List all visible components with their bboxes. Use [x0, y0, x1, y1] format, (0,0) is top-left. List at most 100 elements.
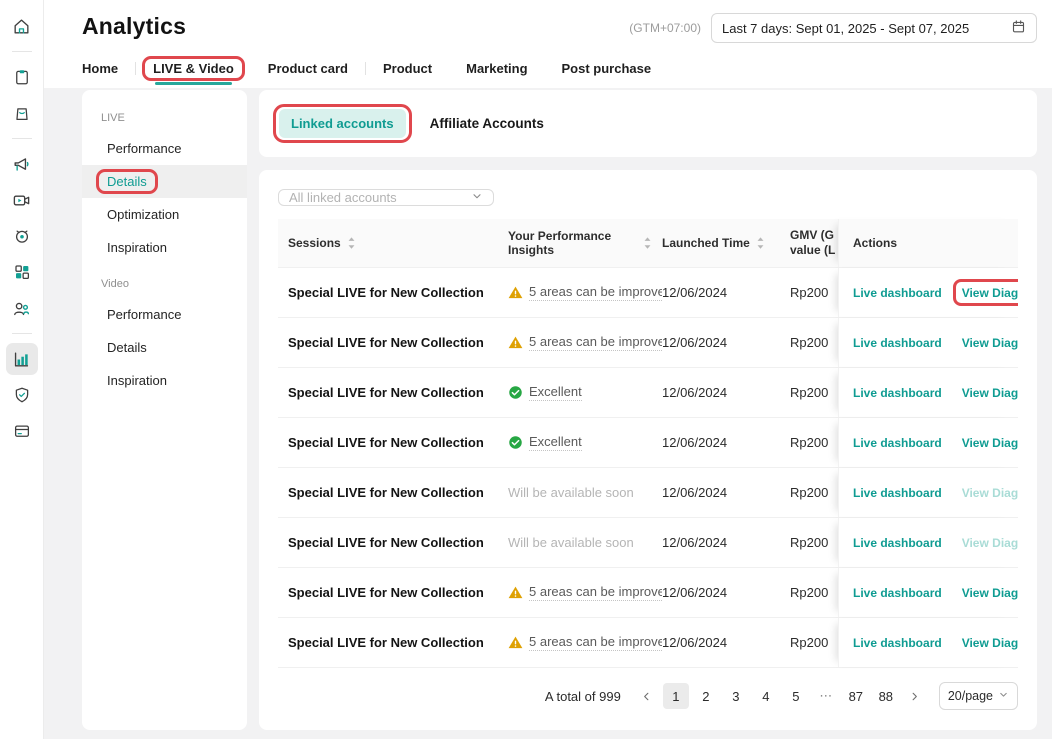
- insight-text[interactable]: Excellent: [529, 434, 582, 451]
- sort-icon[interactable]: [756, 236, 765, 250]
- page-button-87[interactable]: 87: [843, 683, 869, 709]
- rail-divider: [12, 333, 32, 334]
- view-diagnosis-link[interactable]: View Diagnossis: [962, 386, 1018, 400]
- analytics-icon[interactable]: [6, 343, 38, 375]
- apps-icon[interactable]: [6, 256, 38, 288]
- page-button-3[interactable]: 3: [723, 683, 749, 709]
- products-icon[interactable]: [6, 97, 38, 129]
- view-diagnosis-link: View Diagnossis: [962, 486, 1018, 500]
- sidebar-item-inspiration[interactable]: Inspiration: [82, 231, 247, 264]
- insight-status: 5 areas can be improved: [508, 284, 652, 301]
- nav-tab-product-card[interactable]: Product card: [268, 53, 348, 83]
- table-row: Special LIVE for New Collection5 areas c…: [278, 317, 1018, 367]
- launched-time-cell: 12/06/2024: [662, 635, 790, 650]
- insight-cell: Excellent: [508, 384, 662, 401]
- tab-linked-accounts[interactable]: Linked accounts: [279, 109, 406, 138]
- page-size-select[interactable]: 20/page: [939, 682, 1018, 710]
- affiliate-icon[interactable]: [6, 292, 38, 324]
- live-icon[interactable]: [6, 220, 38, 252]
- sort-icon[interactable]: [347, 236, 356, 250]
- page-button-2[interactable]: 2: [693, 683, 719, 709]
- date-range-picker[interactable]: Last 7 days: Sept 01, 2025 - Sept 07, 20…: [711, 13, 1037, 43]
- actions-cell: Live dashboard View Diagnossis: [838, 418, 1018, 467]
- table-header-row: SessionsYour Performance Insights Launche…: [278, 219, 1018, 267]
- sessions-table-card: All linked accounts SessionsYour Perform…: [259, 170, 1037, 730]
- insight-status: 5 areas can be improved: [508, 334, 652, 351]
- sidebar-item-label: Inspiration: [107, 373, 167, 388]
- column-header-launched-time[interactable]: Launched Time: [662, 219, 790, 267]
- next-page-button[interactable]: [903, 683, 927, 709]
- launched-time-cell: 12/06/2024: [662, 535, 790, 550]
- live-dashboard-link[interactable]: Live dashboard: [853, 286, 942, 300]
- page-button-5[interactable]: 5: [783, 683, 809, 709]
- marketing-icon[interactable]: [6, 148, 38, 180]
- live-dashboard-link[interactable]: Live dashboard: [853, 636, 942, 650]
- nav-tab-label: LIVE & Video: [153, 61, 234, 76]
- analytics-top-nav: Home LIVE & Video Product card Product Marke…: [82, 53, 685, 83]
- launched-time-cell: 12/06/2024: [662, 585, 790, 600]
- insight-text[interactable]: 5 areas can be improved: [529, 634, 662, 651]
- total-count-label: A total of 999: [545, 689, 621, 704]
- home-icon[interactable]: [6, 10, 38, 42]
- live-dashboard-link[interactable]: Live dashboard: [853, 386, 942, 400]
- video-icon[interactable]: [6, 184, 38, 216]
- sidebar-item-details[interactable]: Details: [82, 165, 247, 198]
- insight-status: 5 areas can be improved: [508, 634, 652, 651]
- insight-cell: Will be available soon: [508, 535, 662, 551]
- nav-tab-label: Product: [383, 61, 432, 76]
- insight-text[interactable]: 5 areas can be improved: [529, 334, 662, 351]
- nav-tab-live-video[interactable]: LIVE & Video: [153, 53, 234, 83]
- page-button-1[interactable]: 1: [663, 683, 689, 709]
- view-diagnosis-link[interactable]: View Diagnossis: [962, 286, 1018, 300]
- sidebar-item-details[interactable]: Details: [82, 331, 247, 364]
- column-header-actions: Actions: [838, 219, 1018, 267]
- actions-cell: Live dashboard View Diagnossis: [838, 468, 1018, 517]
- nav-tab-label: Post purchase: [562, 61, 652, 76]
- session-name-cell: Special LIVE for New Collection: [278, 585, 508, 600]
- column-header-label: Your Performance Insights: [508, 229, 637, 257]
- sidebar-item-performance[interactable]: Performance: [82, 298, 247, 331]
- page-button-4[interactable]: 4: [753, 683, 779, 709]
- view-diagnosis-link[interactable]: View Diagnossis: [962, 336, 1018, 350]
- page-button-88[interactable]: 88: [873, 683, 899, 709]
- linked-accounts-filter[interactable]: All linked accounts: [278, 189, 494, 206]
- tab-affiliate-accounts[interactable]: Affiliate Accounts: [430, 116, 544, 131]
- shield-icon[interactable]: [6, 379, 38, 411]
- nav-tab-post-purchase[interactable]: Post purchase: [562, 53, 652, 83]
- table-row: Special LIVE for New Collection5 areas c…: [278, 267, 1018, 317]
- view-diagnosis-link[interactable]: View Diagnossis: [962, 586, 1018, 600]
- nav-tab-product[interactable]: Product: [383, 53, 432, 83]
- column-header-your-performance-insights[interactable]: Your Performance Insights: [508, 219, 662, 267]
- sidebar-item-performance[interactable]: Performance: [82, 132, 247, 165]
- sort-icon[interactable]: [643, 236, 652, 250]
- live-dashboard-link[interactable]: Live dashboard: [853, 536, 942, 550]
- actions-cell: Live dashboard View Diagnossis: [838, 568, 1018, 617]
- insight-status: 5 areas can be improved: [508, 584, 652, 601]
- insight-text[interactable]: 5 areas can be improved: [529, 584, 662, 601]
- view-diagnosis-link[interactable]: View Diagnossis: [962, 636, 1018, 650]
- live-dashboard-link[interactable]: Live dashboard: [853, 586, 942, 600]
- sessions-table: SessionsYour Performance Insights Launche…: [278, 219, 1018, 668]
- orders-icon[interactable]: [6, 61, 38, 93]
- sidebar-item-inspiration[interactable]: Inspiration: [82, 364, 247, 397]
- sidebar-item-label: Performance: [107, 141, 181, 156]
- insight-text[interactable]: 5 areas can be improved: [529, 284, 662, 301]
- page-title: Analytics: [82, 13, 186, 40]
- sidebar-item-optimization[interactable]: Optimization: [82, 198, 247, 231]
- actions-cell: Live dashboard View Diagnossis: [838, 618, 1018, 667]
- prev-page-button[interactable]: [635, 683, 659, 709]
- view-diagnosis-link: View Diagnossis: [962, 536, 1018, 550]
- live-dashboard-link[interactable]: Live dashboard: [853, 436, 942, 450]
- chevron-down-icon: [471, 190, 483, 205]
- view-diagnosis-link[interactable]: View Diagnossis: [962, 436, 1018, 450]
- gmv-cell: Rp200: [790, 585, 838, 600]
- live-dashboard-link[interactable]: Live dashboard: [853, 486, 942, 500]
- live-dashboard-link[interactable]: Live dashboard: [853, 336, 942, 350]
- sidebar-item-label: Inspiration: [107, 240, 167, 255]
- sidebar-section-label: LIVE: [82, 98, 247, 132]
- nav-tab-home[interactable]: Home: [82, 53, 118, 83]
- column-header-sessions[interactable]: Sessions: [278, 219, 508, 267]
- finance-icon[interactable]: [6, 415, 38, 447]
- insight-text[interactable]: Excellent: [529, 384, 582, 401]
- nav-tab-marketing[interactable]: Marketing: [466, 53, 527, 83]
